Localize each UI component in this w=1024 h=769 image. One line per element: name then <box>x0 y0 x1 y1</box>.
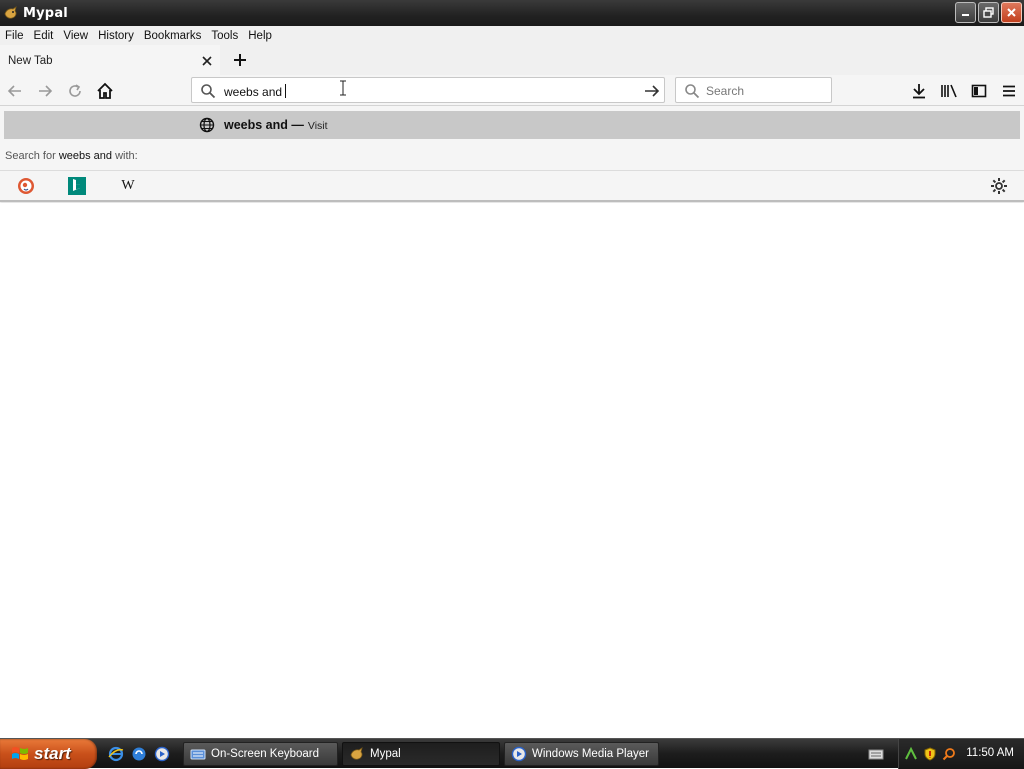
autocomplete-popup: weebs and — Visit Search for weebs and wi… <box>0 106 1024 202</box>
url-input-value: weebs and <box>224 85 283 99</box>
task-label: Mypal <box>370 748 401 760</box>
taskbar-item-mypal[interactable]: Mypal <box>342 742 500 766</box>
search-for-prefix: Search for <box>5 150 56 162</box>
title-bar: Mypal <box>0 0 1024 26</box>
menu-bar: File Edit View History Bookmarks Tools H… <box>0 26 1024 45</box>
search-bar[interactable] <box>675 77 832 103</box>
gear-icon[interactable] <box>989 176 1009 196</box>
url-input[interactable]: weebs and <box>224 84 287 99</box>
hamburger-menu-button[interactable] <box>998 80 1020 102</box>
task-label: Windows Media Player <box>532 748 649 760</box>
autocomplete-result-row[interactable]: weebs and — Visit <box>4 111 1020 139</box>
start-button[interactable]: start <box>0 739 97 769</box>
menu-view[interactable]: View <box>58 30 93 42</box>
media-player-icon <box>511 746 527 762</box>
menu-bookmarks[interactable]: Bookmarks <box>139 30 207 42</box>
tab-label: New Tab <box>8 55 53 67</box>
close-button[interactable] <box>1001 2 1022 23</box>
forward-button[interactable] <box>34 80 56 102</box>
downloads-button[interactable] <box>908 80 930 102</box>
result-title: weebs and — Visit <box>224 118 328 132</box>
search-tray-icon[interactable] <box>942 747 956 761</box>
menu-help[interactable]: Help <box>243 30 277 42</box>
restore-button[interactable] <box>978 2 999 23</box>
search-for-suffix: with: <box>115 150 138 162</box>
taskbar: start On-Screen Keyboard Mypal Windows M… <box>0 738 1024 769</box>
menu-edit[interactable]: Edit <box>29 30 59 42</box>
sidebar-toggle-button[interactable] <box>968 80 990 102</box>
security-shield-icon[interactable] <box>923 747 937 761</box>
keyboard-tray-icon[interactable] <box>868 747 884 761</box>
keyboard-icon <box>190 746 206 762</box>
reload-button[interactable] <box>64 80 86 102</box>
internet-explorer-icon[interactable] <box>108 746 124 762</box>
minimize-button[interactable] <box>955 2 976 23</box>
library-button[interactable] <box>938 80 960 102</box>
one-off-search-engines: W <box>0 170 1024 200</box>
result-title-text: weebs and <box>224 118 288 132</box>
taskbar-item-on-screen-keyboard[interactable]: On-Screen Keyboard <box>183 742 338 766</box>
tab-new-tab[interactable]: New Tab <box>0 45 220 75</box>
clock: 11:50 AM <box>966 747 1014 759</box>
search-for-label: Search for weebs and with: <box>5 150 138 162</box>
system-tray: 11:50 AM <box>898 739 1024 769</box>
bing-icon[interactable] <box>67 176 87 196</box>
mypal-app-icon <box>349 746 365 762</box>
result-action: Visit <box>307 120 328 132</box>
start-label: start <box>34 744 71 763</box>
search-for-query: weebs and <box>58 150 113 162</box>
tab-bar: New Tab <box>0 45 1024 75</box>
text-cursor-icon <box>339 80 347 99</box>
task-label: On-Screen Keyboard <box>211 748 320 760</box>
search-icon <box>200 83 216 99</box>
menu-file[interactable]: File <box>0 30 29 42</box>
menu-tools[interactable]: Tools <box>206 30 243 42</box>
window-title: Mypal <box>23 5 68 21</box>
go-arrow-icon[interactable] <box>643 82 661 100</box>
text-caret <box>285 84 287 98</box>
search-input[interactable] <box>706 82 826 99</box>
taskbar-item-windows-media-player[interactable]: Windows Media Player <box>504 742 659 766</box>
back-button[interactable] <box>4 80 26 102</box>
email-icon[interactable] <box>131 746 147 762</box>
close-tab-icon[interactable] <box>200 54 214 68</box>
wikipedia-icon[interactable]: W <box>118 176 138 196</box>
windows-flag-icon <box>10 744 30 764</box>
mypal-app-icon <box>3 5 19 21</box>
navigation-toolbar: weebs and <box>0 75 1024 106</box>
menu-history[interactable]: History <box>93 30 139 42</box>
home-button[interactable] <box>94 80 116 102</box>
search-icon <box>684 83 700 99</box>
network-icon[interactable] <box>904 746 918 761</box>
page-content <box>0 203 1024 737</box>
media-player-quick-icon[interactable] <box>154 746 170 762</box>
url-bar[interactable]: weebs and <box>191 77 665 103</box>
new-tab-button[interactable] <box>230 50 250 70</box>
duckduckgo-icon[interactable] <box>16 176 36 196</box>
globe-icon <box>199 117 215 133</box>
result-separator: — <box>291 118 304 132</box>
